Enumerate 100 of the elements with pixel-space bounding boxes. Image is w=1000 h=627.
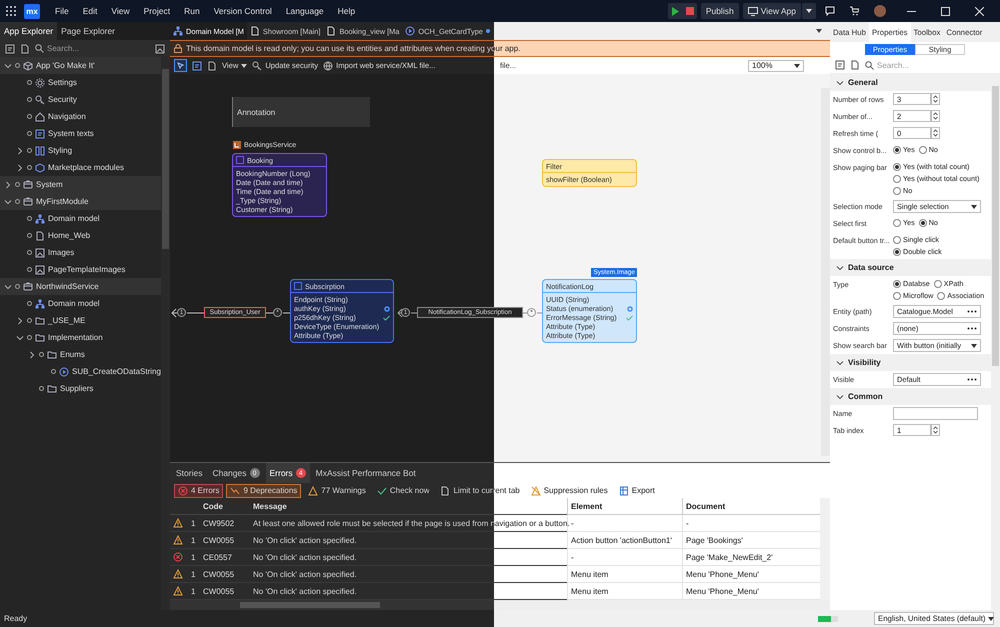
box-icon [23, 282, 33, 292]
scrollbar[interactable] [161, 57, 170, 610]
chevron-down-icon[interactable] [16, 334, 24, 342]
tree-item[interactable]: Settings [0, 74, 161, 91]
menu-item[interactable]: File [50, 4, 74, 18]
text-field[interactable] [893, 407, 978, 420]
scrollbar[interactable] [820, 498, 830, 600]
spinner-icon[interactable] [931, 424, 940, 436]
chevron-down-icon[interactable] [4, 62, 12, 70]
run-icon[interactable] [670, 6, 680, 16]
app-grid-icon[interactable] [6, 6, 16, 16]
chevron-down-icon[interactable] [836, 358, 844, 366]
filter-button[interactable]: Suppression rules [526, 484, 612, 498]
association-line[interactable] [410, 312, 418, 314]
panel-tab[interactable]: Page Explorer [57, 22, 120, 40]
caret-icon[interactable] [806, 9, 812, 13]
tree-item[interactable]: Styling [0, 142, 161, 159]
table-cell: No 'On click' action specified. [253, 552, 357, 562]
zoom-dropdown[interactable]: 100% [748, 60, 804, 72]
spinner-icon[interactable] [931, 110, 940, 122]
scrollbar[interactable] [170, 600, 830, 610]
table-cell: No 'On click' action specified. [253, 570, 357, 579]
tree-item[interactable]: PageTemplateImages [0, 261, 161, 278]
section-header[interactable]: General [830, 74, 991, 91]
stop-icon[interactable] [686, 7, 694, 15]
chevron-down-icon[interactable] [836, 264, 844, 272]
cart-icon[interactable] [849, 6, 859, 16]
tree-item[interactable]: NorthwindService [0, 278, 161, 295]
tree-item[interactable]: Implementation [0, 329, 161, 346]
association-line[interactable] [171, 308, 178, 318]
filter-button[interactable]: Export [614, 484, 659, 498]
tree-item[interactable]: Domain model [0, 295, 161, 312]
column-header[interactable]: Element [567, 498, 682, 516]
scrollbar[interactable] [991, 74, 1000, 610]
tree-item[interactable]: Navigation [0, 108, 161, 125]
chevron-down-icon[interactable] [4, 282, 12, 290]
tree-item[interactable]: _USE_ME [0, 312, 161, 329]
spinner-icon[interactable] [931, 127, 940, 139]
tree-item[interactable]: Marketplace modules [0, 159, 161, 176]
association-line[interactable] [397, 308, 402, 318]
tree-item[interactable]: Suppliers [0, 380, 161, 397]
menu-item[interactable]: Run [179, 4, 205, 18]
caret-icon[interactable] [816, 29, 822, 33]
panel-tab[interactable]: MxAssist Performance Bot [312, 463, 420, 483]
tree-item[interactable]: Domain model [0, 210, 161, 227]
chevron-down-icon[interactable] [836, 78, 844, 86]
association-line[interactable] [282, 312, 290, 314]
filter-button[interactable]: Check now [372, 484, 434, 498]
document-icon [250, 26, 260, 36]
panel-tab[interactable]: App Explorer [0, 22, 58, 40]
filter-button[interactable]: 4 Errors [174, 484, 224, 498]
filter-button[interactable]: 9 Deprecations [226, 484, 302, 498]
tree-item[interactable]: App 'Go Make It' [0, 57, 161, 74]
tree-item[interactable]: Security [0, 91, 161, 108]
close-icon[interactable] [974, 6, 984, 16]
section-header[interactable]: Common [830, 388, 991, 405]
tree-item[interactable]: System texts [0, 125, 161, 142]
select-tool[interactable] [174, 59, 187, 72]
column-header[interactable]: Document [682, 498, 820, 516]
tree-item[interactable]: MyFirstModule [0, 193, 161, 210]
monitor-icon [748, 6, 758, 16]
chevron-right-icon[interactable] [16, 164, 24, 172]
tree-item[interactable]: Enums [0, 346, 161, 363]
section-header[interactable]: Visibility [830, 354, 991, 371]
chevron-down-icon[interactable] [4, 198, 12, 206]
feedback-icon[interactable] [825, 6, 835, 16]
maximize-icon[interactable] [940, 6, 950, 16]
more-icon[interactable] [967, 310, 977, 313]
chevron-right-icon[interactable] [16, 316, 24, 324]
search-field[interactable]: Search... [877, 60, 947, 70]
publish-button[interactable]: Publish [700, 3, 739, 19]
status-circle-icon [27, 233, 32, 238]
menu-item[interactable]: View [106, 4, 135, 18]
menu-item[interactable]: Language [280, 4, 329, 18]
menu-item[interactable]: Help [332, 4, 360, 18]
column-header[interactable]: Message [250, 498, 567, 516]
more-icon[interactable] [967, 378, 977, 381]
menu-item[interactable]: Edit [78, 4, 102, 18]
menu-item[interactable]: Version Control [208, 4, 277, 18]
chevron-down-icon[interactable] [836, 392, 844, 400]
folder-icon [47, 384, 57, 394]
panel-tab[interactable]: Stories [172, 463, 206, 483]
section-header[interactable]: Data source [830, 259, 991, 276]
chevron-right-icon[interactable] [4, 180, 12, 188]
spinner-icon[interactable] [931, 93, 940, 105]
chevron-right-icon[interactable] [28, 350, 36, 358]
avatar[interactable] [874, 5, 886, 17]
chevron-right-icon[interactable] [16, 146, 24, 154]
view-app-button[interactable]: View App [742, 3, 801, 19]
status-circle-icon [27, 250, 32, 255]
tree-item[interactable]: Images [0, 244, 161, 261]
tree-item[interactable]: Home_Web [0, 227, 161, 244]
filter-button[interactable]: Limit to current tab [436, 484, 524, 498]
more-icon[interactable] [967, 327, 977, 330]
tree-item[interactable]: SUB_CreateODataString [0, 363, 161, 380]
column-header[interactable]: Code [200, 498, 250, 516]
annotation[interactable]: Annotation [232, 97, 370, 127]
filter-button[interactable]: 77 Warnings [304, 484, 370, 498]
tree-item[interactable]: System [0, 176, 161, 193]
menu-item[interactable]: Project [138, 4, 176, 18]
